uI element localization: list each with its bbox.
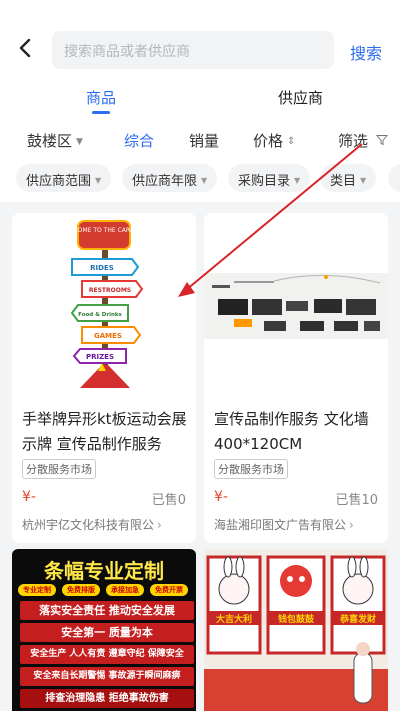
filter-chips: 供应商范围 ▼ 供应商年限 ▼ 采购目录 ▼ 类目 ▼ xyxy=(0,160,400,202)
sort-price-label: 价格 xyxy=(253,132,284,150)
banner-line: 安全来自长期警惕 事故源于瞬间麻痹 xyxy=(20,667,194,686)
banner-line: 安全第一 质量为本 xyxy=(20,623,194,642)
tab-suppliers[interactable]: 供应商 xyxy=(278,87,323,108)
sort-comprehensive[interactable]: 综合 xyxy=(124,130,154,151)
sign-restrooms: RESTROOMS xyxy=(89,287,131,294)
market-tag: 分散服务市场 xyxy=(22,459,96,479)
filter-button[interactable]: 筛选 xyxy=(338,130,388,151)
search-button[interactable]: 搜索 xyxy=(350,40,382,64)
chevron-right-icon: › xyxy=(349,518,354,532)
sign-prizes: PRIZES xyxy=(86,353,114,361)
caret-down-icon: ▼ xyxy=(294,176,301,185)
sort-price[interactable]: 价格 ⇕ xyxy=(253,130,295,151)
product-card[interactable]: 条幅专业定制 专业定制 免费排版 承接加急 免费开票 落实安全责任 推动安全发展… xyxy=(12,549,196,711)
sign-welcome: WELCOME TO THE CARNIVAL xyxy=(61,227,149,234)
product-price: ¥- xyxy=(22,489,36,505)
product-image-signpost: WELCOME TO THE CARNIVAL RIDES RESTROOMS … xyxy=(12,213,196,393)
product-image-festive-boards: 大吉大利 钱包鼓鼓 恭喜发财 xyxy=(204,549,388,711)
board-text: 恭喜发财 xyxy=(339,613,376,625)
product-card[interactable]: 大吉大利 钱包鼓鼓 恭喜发财 xyxy=(204,549,388,711)
chip-label: 类目 xyxy=(330,174,357,189)
banner-tag: 承接加急 xyxy=(106,584,144,596)
tab-bar: 商品 供应商 xyxy=(0,80,400,118)
vendor-link[interactable]: 海盐湘印图文广告有限公 › xyxy=(214,516,354,533)
product-image-culture-wall xyxy=(204,213,388,393)
chip-category[interactable]: 类目 ▼ xyxy=(320,164,377,192)
sort-updown-icon: ⇕ xyxy=(287,136,296,147)
banner-tag: 免费开票 xyxy=(150,584,188,596)
region-dropdown[interactable]: 鼓楼区 ▼ xyxy=(27,130,83,151)
chip-label: 供应商年限 xyxy=(132,174,198,189)
caret-down-icon: ▼ xyxy=(201,176,208,185)
sign-games: GAMES xyxy=(94,332,122,340)
caret-down-icon: ▼ xyxy=(95,176,102,185)
back-arrow-icon[interactable] xyxy=(14,36,38,60)
funnel-icon xyxy=(375,135,388,146)
banner-line: 排查治理隐患 拒绝事故伤害 xyxy=(20,689,194,708)
banner-tag: 专业定制 xyxy=(18,584,56,596)
vendor-link[interactable]: 杭州宇亿文化科技有限公 › xyxy=(22,516,162,533)
banner-line: 落实安全责任 推动安全发展 xyxy=(20,601,194,620)
top-bar: 搜索商品或者供应商 搜索 xyxy=(0,0,400,80)
chip-procurement-catalog[interactable]: 采购目录 ▼ xyxy=(228,164,311,192)
sort-sales[interactable]: 销量 xyxy=(189,130,219,151)
sign-rides: RIDES xyxy=(90,264,114,272)
filter-label: 筛选 xyxy=(338,132,369,150)
market-tag: 分散服务市场 xyxy=(214,459,288,479)
chip-label: 采购目录 xyxy=(238,174,291,189)
product-title[interactable]: 宣传品制作服务 文化墙400*120CM xyxy=(214,407,384,457)
tab-products[interactable]: 商品 xyxy=(86,87,116,108)
product-card[interactable]: 宣传品制作服务 文化墙400*120CM 分散服务市场 ¥- 已售10 海盐湘印… xyxy=(204,213,388,543)
search-input[interactable]: 搜索商品或者供应商 xyxy=(52,31,334,69)
caret-down-icon: ▼ xyxy=(360,176,367,185)
sold-count: 已售0 xyxy=(151,493,186,508)
banner-tag: 免费排版 xyxy=(62,584,100,596)
search-placeholder: 搜索商品或者供应商 xyxy=(64,44,190,60)
board-text: 钱包鼓鼓 xyxy=(278,613,315,625)
sign-food-drinks: Food & Drinks xyxy=(78,312,122,318)
product-card[interactable]: WELCOME TO THE CARNIVAL RIDES RESTROOMS … xyxy=(12,213,196,543)
region-label: 鼓楼区 xyxy=(27,132,73,150)
sold-count: 已售10 xyxy=(335,493,378,508)
chip-supplier-years[interactable]: 供应商年限 ▼ xyxy=(122,164,218,192)
product-price: ¥- xyxy=(214,489,228,505)
banner-line: 安全生产 人人有责 遵章守纪 保障安全 xyxy=(20,645,194,664)
product-title[interactable]: 手举牌异形kt板运动会展示牌 宣传品制作服务 xyxy=(22,407,192,457)
board-text: 大吉大利 xyxy=(216,613,252,625)
vendor-name: 杭州宇亿文化科技有限公 xyxy=(22,518,155,532)
chip-more[interactable] xyxy=(388,164,400,192)
vendor-name: 海盐湘印图文广告有限公 xyxy=(214,518,347,532)
chip-supplier-scope[interactable]: 供应商范围 ▼ xyxy=(16,164,112,192)
chevron-right-icon: › xyxy=(157,518,162,532)
chip-label: 供应商范围 xyxy=(26,174,92,189)
active-tab-indicator xyxy=(92,111,110,114)
caret-down-icon: ▼ xyxy=(76,137,83,147)
banner-title: 条幅专业定制 xyxy=(44,559,164,583)
sort-bar: 鼓楼区 ▼ 综合 销量 价格 ⇕ 筛选 xyxy=(0,118,400,160)
